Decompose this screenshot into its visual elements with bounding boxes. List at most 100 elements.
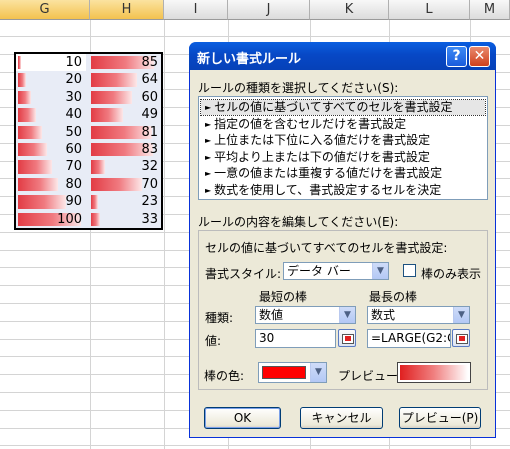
cell-value: 60	[65, 142, 82, 157]
data-bar	[91, 90, 133, 105]
column-header-g[interactable]: G	[0, 0, 90, 20]
cell-h9[interactable]: 70	[89, 176, 162, 193]
range-picker-icon[interactable]	[338, 329, 356, 347]
min-bar-header: 最短の棒	[259, 290, 308, 304]
rule-type-label: 一意の値または重複する値だけを書式設定	[214, 166, 443, 180]
data-bar	[18, 160, 53, 174]
cell-g10[interactable]: 90	[16, 193, 86, 210]
cell-value: 100	[57, 211, 82, 227]
preview-button[interactable]: プレビュー(P)	[399, 407, 481, 429]
data-bar	[18, 108, 37, 122]
data-bar	[18, 177, 58, 192]
cell-h10[interactable]: 23	[89, 193, 162, 210]
bullet-icon: ►	[205, 152, 212, 162]
cell-h7[interactable]: 83	[89, 141, 162, 158]
cell-h5[interactable]: 49	[89, 106, 162, 123]
cell-value: 49	[141, 107, 158, 123]
rule-type-item[interactable]: ► 一意の値または重複する値だけを書式設定	[201, 166, 485, 181]
data-bar	[91, 195, 98, 209]
cell-value: 70	[65, 159, 82, 175]
rule-type-item[interactable]: ► 平均より上または下の値だけを書式設定	[201, 150, 485, 165]
selected-range[interactable]: 10 20 30 40 50 60 70 80 90 100 85 64 60 49 81 83 32 70 23 3…	[14, 52, 163, 230]
rule-type-label: 上位または下位に入る値だけを書式設定	[214, 133, 431, 147]
bullet-icon: ►	[205, 169, 212, 178]
cell-value: 23	[141, 194, 158, 210]
data-bar	[18, 143, 48, 157]
cancel-button[interactable]: キャンセル	[300, 407, 383, 429]
cell-value: 80	[65, 176, 82, 192]
cell-h3[interactable]: 64	[89, 71, 162, 88]
rule-type-item[interactable]: ► セルの値に基づいてすべてのセルを書式設定	[200, 99, 486, 116]
cell-g4[interactable]: 30	[16, 89, 86, 106]
max-value-field[interactable]: =LARGE(G2:G1	[367, 329, 451, 348]
preview-label: プレビュー:	[338, 369, 403, 383]
rule-type-item[interactable]: ► 上位または下位に入る値だけを書式設定	[201, 133, 485, 148]
data-bar	[18, 125, 42, 139]
cell-g11[interactable]: 100	[16, 211, 86, 228]
chevron-down-icon[interactable]: ▼	[372, 263, 388, 279]
column-header-l[interactable]: L	[389, 0, 470, 20]
max-type-value: 数式	[371, 308, 396, 322]
chevron-down-icon[interactable]: ▼	[310, 363, 326, 382]
type-label: 種類:	[205, 311, 234, 325]
cell-g2[interactable]: 10	[16, 54, 86, 72]
cell-g9[interactable]: 80	[16, 176, 86, 193]
bar-color-label: 棒の色:	[204, 369, 245, 383]
data-bar	[91, 73, 137, 87]
cell-value: 81	[141, 124, 158, 140]
dialog-title-bar[interactable]: 新しい書式ルール ? ✕	[189, 42, 496, 70]
column-header-h[interactable]: H	[90, 0, 164, 20]
bar-only-label: 棒のみ表示	[421, 267, 482, 281]
edit-rule-label: ルールの内容を編集してください(E):	[198, 215, 399, 229]
range-picker-icon[interactable]	[452, 329, 470, 347]
close-button[interactable]: ✕	[469, 46, 490, 67]
min-type-value: 数値	[259, 308, 284, 322]
edit-heading: セルの値に基づいてすべてのセルを書式設定:	[205, 241, 448, 255]
rule-type-label: 指定の値を含むセルだけを書式設定	[214, 116, 407, 131]
data-bar	[18, 73, 26, 87]
bar-only-checkbox[interactable]	[403, 264, 416, 277]
min-value-field[interactable]: 30	[255, 329, 336, 348]
column-header-i[interactable]: I	[164, 0, 228, 20]
data-bar	[91, 212, 100, 226]
cell-value: 60	[141, 89, 158, 105]
help-button[interactable]: ?	[446, 46, 467, 67]
cell-g8[interactable]: 70	[16, 158, 86, 175]
max-value-text: =LARGE(G2:G1	[371, 331, 450, 345]
rule-type-item[interactable]: ► 数式を使用して、書式設定するセルを決定	[201, 183, 485, 198]
cell-h11[interactable]: 33	[89, 211, 162, 228]
rule-type-list[interactable]: ► セルの値に基づいてすべてのセルを書式設定 ► 指定の値を含むセルだけを書式設定 ► 上…	[198, 96, 488, 200]
value-label: 値:	[205, 334, 222, 348]
max-bar-header: 最長の棒	[369, 290, 418, 304]
column-header-k[interactable]: K	[310, 0, 389, 20]
cell-value: 64	[141, 72, 158, 88]
chevron-down-icon[interactable]: ▼	[453, 307, 469, 323]
cell-g6[interactable]: 50	[16, 124, 86, 141]
rule-type-item[interactable]: ► 指定の値を含むセルだけを書式設定	[201, 117, 485, 132]
data-bar	[91, 108, 124, 122]
cell-h6[interactable]: 81	[89, 124, 162, 141]
bar-color-picker[interactable]: ▼	[258, 362, 327, 383]
data-bar	[18, 195, 66, 209]
cell-h4[interactable]: 60	[89, 89, 162, 106]
cell-value: 33	[141, 211, 158, 227]
cell-value: 70	[141, 176, 158, 192]
column-header-j[interactable]: J	[228, 0, 310, 20]
cell-value: 83	[141, 142, 158, 157]
format-style-dropdown[interactable]: データ バー ▼	[283, 262, 389, 280]
bullet-icon: ►	[205, 119, 212, 129]
cell-g5[interactable]: 40	[16, 106, 86, 123]
max-type-dropdown[interactable]: 数式 ▼	[367, 306, 470, 324]
cell-g3[interactable]: 20	[16, 71, 86, 88]
data-bar	[91, 177, 143, 192]
ok-button[interactable]: OK	[204, 407, 281, 429]
cell-value: 32	[141, 159, 158, 175]
cell-g7[interactable]: 60	[16, 141, 86, 158]
column-header-m[interactable]: M	[470, 0, 510, 20]
cell-h2[interactable]: 85	[89, 54, 162, 71]
cell-h8[interactable]: 32	[89, 158, 162, 175]
chevron-down-icon[interactable]: ▼	[339, 307, 355, 323]
rule-type-label: ルールの種類を選択してください(S):	[198, 81, 399, 95]
min-type-dropdown[interactable]: 数値 ▼	[255, 306, 356, 324]
data-bar	[18, 90, 32, 105]
